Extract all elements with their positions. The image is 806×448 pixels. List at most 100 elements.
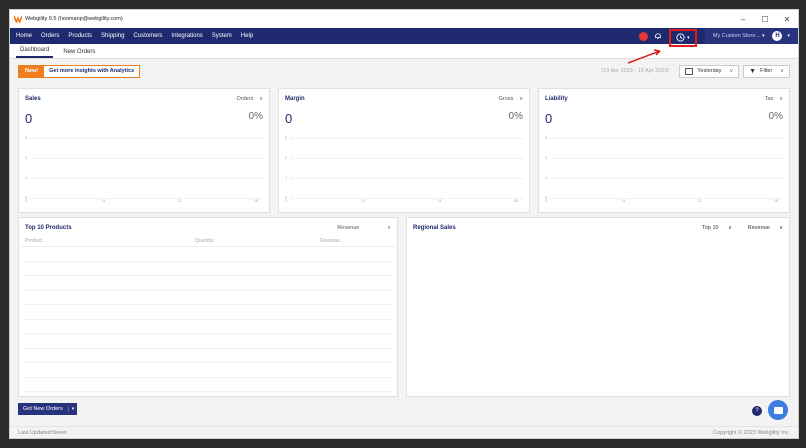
period-value: Yesterday — [697, 68, 722, 74]
table-row — [25, 276, 391, 291]
chevron-down-icon[interactable]: ▾ — [67, 406, 78, 412]
app-window: Webgility 9.5 (hoomanp@webgility.com) – … — [9, 9, 799, 439]
copyright-text: Copyright © 2023 Webgility Inc. — [712, 429, 790, 436]
alert-badge-icon[interactable] — [638, 31, 648, 41]
card-title: Margin — [285, 95, 305, 102]
menu-customers[interactable]: Customers — [133, 33, 162, 39]
regional-metric-dropdown[interactable]: Revenue ∨ — [740, 225, 783, 231]
status-bar: Last Updated:Never Copyright © 2023 Webg… — [10, 426, 798, 438]
y-tick-label: 1 — [285, 175, 288, 180]
y-tick-label: 3 — [25, 135, 28, 140]
annotation-arrow-icon — [627, 49, 661, 64]
y-tick-label: 1 — [25, 175, 28, 180]
margin-card: Margin Gross ∨ 0 0% 3 2 1 0 1 11 21 28 — [278, 88, 530, 213]
gridline — [551, 138, 783, 139]
bell-icon[interactable] — [654, 32, 662, 40]
table-row — [25, 349, 391, 363]
new-badge: New! — [19, 65, 45, 77]
chevron-down-icon: ∨ — [729, 68, 734, 74]
minimize-button[interactable]: – — [732, 15, 754, 24]
top-products-metric-dropdown[interactable]: Revenue ∨ — [337, 225, 391, 231]
column-header[interactable]: Product — [25, 238, 195, 244]
calendar-icon — [685, 67, 694, 75]
mini-chart: 3 2 1 0 1 11 21 28 — [545, 135, 783, 203]
top-products-card: Top 10 Products Revenue ∨ Product Quantit… — [18, 217, 398, 397]
table-row — [25, 334, 391, 349]
menu-products[interactable]: Products — [68, 33, 92, 39]
gridline — [291, 158, 523, 159]
kpi-row: Sales Orders ∨ 0 0% 3 2 1 0 1 11 21 28 Margin Gro… — [18, 88, 790, 213]
title-bar: Webgility 9.5 (hoomanp@webgility.com) – … — [10, 10, 798, 28]
window-title: Webgility 9.5 (hoomanp@webgility.com) — [25, 16, 123, 22]
x-tick-label: 28 — [253, 198, 258, 203]
close-button[interactable]: ✕ — [776, 15, 798, 24]
regional-sales-card: Regional Sales Top 10 ∨ Revenue ∨ — [406, 217, 790, 397]
kpi-value: 0 — [285, 111, 293, 126]
kpi-value: 0 — [25, 111, 33, 126]
gridline — [31, 198, 263, 199]
card-title: Liability — [545, 95, 568, 102]
tab-dashboard[interactable]: Dashboard — [16, 47, 54, 58]
column-header[interactable]: Quantity — [195, 238, 320, 244]
column-header[interactable]: Revenue — [320, 238, 340, 244]
avatar[interactable]: H — [772, 31, 783, 41]
chevron-down-icon: ∨ — [780, 68, 784, 74]
x-tick-label: 28 — [513, 198, 518, 203]
chat-icon[interactable] — [768, 400, 788, 420]
help-icon[interactable]: ? — [752, 406, 762, 416]
chevron-down-icon: ▾ — [761, 33, 765, 39]
schedule-clock-button[interactable]: ▾ — [668, 28, 697, 47]
mini-chart: 3 2 1 0 1 11 21 28 — [285, 135, 523, 203]
filter-button[interactable]: ▼ Filter ∨ — [743, 64, 790, 78]
x-tick-label: 21 — [437, 198, 442, 203]
menu-system[interactable]: System — [212, 33, 232, 39]
store-selector[interactable]: My Custom Store... ▾ H ▾ — [704, 28, 798, 44]
table-row — [25, 247, 391, 262]
x-tick-label: 21 — [697, 198, 702, 203]
table-row — [25, 305, 391, 320]
promo-text[interactable]: Get more insights with Analytics — [44, 68, 139, 74]
table-row — [25, 320, 391, 334]
chevron-down-icon: ▾ — [787, 33, 790, 39]
last-updated-text: Last Updated:Never — [18, 429, 67, 436]
table-header: Product Quantity Revenue — [19, 236, 397, 247]
liability-metric-dropdown[interactable]: Tax ∨ — [765, 96, 783, 102]
liability-card: Liability Tax ∨ 0 0% 3 2 1 0 1 11 21 28 — [538, 88, 790, 213]
kpi-percent: 0% — [768, 111, 783, 122]
gridline — [31, 178, 263, 179]
kpi-percent: 0% — [508, 111, 523, 122]
menu-orders[interactable]: Orders — [41, 33, 59, 39]
filter-icon: ▼ — [749, 67, 757, 75]
x-tick-label: 11 — [101, 198, 106, 203]
top-n-dropdown[interactable]: Top 10 ∨ — [694, 225, 732, 231]
gridline — [551, 158, 783, 159]
menu-help[interactable]: Help — [241, 33, 253, 39]
sales-card: Sales Orders ∨ 0 0% 3 2 1 0 1 11 21 28 — [18, 88, 270, 213]
y-tick-label: 2 — [285, 155, 288, 160]
gridline — [31, 158, 263, 159]
tab-new-orders[interactable]: New Orders — [59, 49, 99, 58]
table-row — [25, 262, 391, 276]
mini-chart: 3 2 1 0 1 11 21 28 — [25, 135, 263, 203]
period-dropdown[interactable]: Yesterday ∨ — [679, 64, 740, 78]
gridline — [291, 178, 523, 179]
get-new-orders-button[interactable]: Get New Orders ▾ — [18, 403, 78, 415]
kpi-percent: 0% — [248, 111, 263, 122]
y-tick-label: 2 — [545, 155, 548, 160]
webgility-logo-icon — [14, 15, 22, 23]
menu-integrations[interactable]: Integrations — [171, 33, 202, 39]
main-menu: Home Orders Products Shipping Customers … — [10, 28, 798, 47]
menu-shipping[interactable]: Shipping — [101, 33, 124, 39]
sales-metric-dropdown[interactable]: Orders ∨ — [237, 96, 263, 102]
menu-home[interactable]: Home — [16, 33, 32, 39]
x-tick-label: 1 — [285, 198, 288, 203]
analytics-promo[interactable]: New! Get more insights with Analytics — [18, 64, 141, 78]
margin-metric-dropdown[interactable]: Gross ∨ — [499, 96, 523, 102]
table-body — [19, 247, 397, 392]
x-tick-label: 28 — [773, 198, 778, 203]
x-tick-label: 1 — [25, 198, 28, 203]
maximize-button[interactable]: ☐ — [754, 15, 776, 24]
x-tick-label: 21 — [177, 198, 182, 203]
card-title: Top 10 Products — [25, 224, 72, 231]
gridline — [551, 198, 783, 199]
